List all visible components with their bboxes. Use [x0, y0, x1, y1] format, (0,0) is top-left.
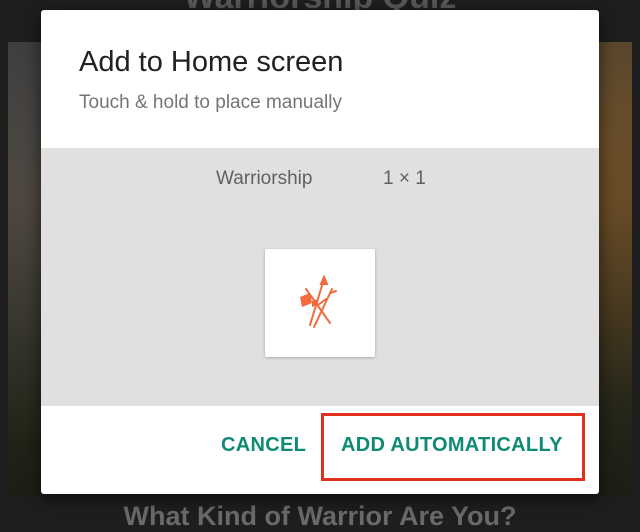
dialog-subtitle: Touch & hold to place manually [79, 92, 342, 113]
background-question: What Kind of Warrior Are You? [123, 501, 517, 531]
warriorship-logo-icon [300, 275, 337, 328]
widget-preview-card[interactable] [265, 249, 375, 357]
cancel-button[interactable]: CANCEL [221, 434, 306, 457]
dialog-title: Add to Home screen [79, 46, 344, 78]
widget-name: Warriorship [216, 168, 313, 189]
widget-size: 1 × 1 [383, 168, 426, 189]
widget-preview-area: Warriorship 1 × 1 [41, 148, 599, 406]
highlight-annotation-box [321, 413, 585, 481]
